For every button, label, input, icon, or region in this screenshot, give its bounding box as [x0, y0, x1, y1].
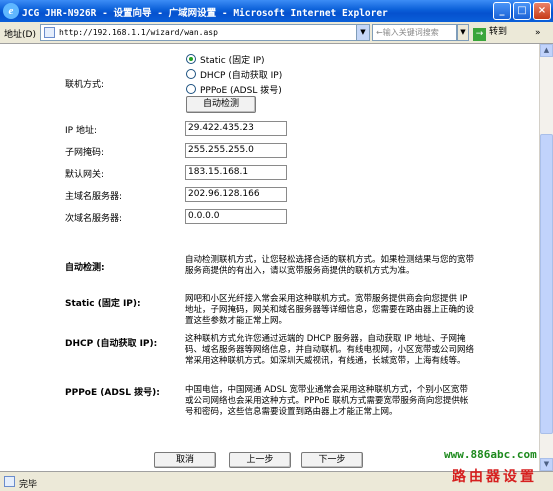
- secondary-dns-label: 次域名服务器:: [65, 214, 123, 224]
- maximize-button[interactable]: □: [513, 2, 531, 20]
- help-title-dhcp: DHCP (自动获取 IP):: [65, 339, 158, 349]
- go-arrow-icon: →: [473, 28, 486, 41]
- primary-dns-label: 主域名服务器:: [65, 192, 123, 202]
- radio-icon[interactable]: [186, 84, 196, 94]
- minimize-button[interactable]: _: [493, 2, 511, 20]
- ip-address-label: IP 地址:: [65, 126, 97, 136]
- subnet-mask-label: 子网掩码:: [65, 148, 105, 158]
- radio-static[interactable]: Static (固定 IP): [186, 53, 265, 66]
- watermark-url: www.886abc.com: [444, 448, 537, 461]
- address-url: http://192.168.1.1/wizard/wan.asp: [59, 28, 218, 37]
- toolbar-more-icon[interactable]: »: [535, 28, 541, 38]
- radio-pppoe-label: PPPoE (ADSL 拨号): [200, 86, 282, 96]
- page-icon: [44, 27, 55, 38]
- help-title-static: Static (固定 IP):: [65, 299, 141, 309]
- ip-address-field[interactable]: 29.422.435.23: [185, 121, 287, 136]
- scroll-thumb[interactable]: [540, 134, 553, 434]
- gateway-label: 默认网关:: [65, 170, 105, 180]
- radio-static-label: Static (固定 IP): [200, 56, 265, 66]
- radio-icon-checked[interactable]: [186, 54, 196, 64]
- window-title-bar[interactable]: e JCG JHR-N926R - 设置向导 - 广域网设置 - Microso…: [0, 0, 553, 22]
- watermark-text: 路由器设置: [452, 469, 537, 485]
- go-button[interactable]: → 转到: [473, 24, 517, 41]
- address-dropdown-icon[interactable]: ▼: [356, 24, 370, 41]
- window-title: JCG JHR-N926R - 设置向导 - 广域网设置 - Microsoft…: [22, 8, 388, 19]
- status-text: 完毕: [19, 480, 38, 490]
- page-viewport: 联机方式: Static (固定 IP) DHCP (自动获取 IP) PPPo…: [0, 44, 539, 471]
- wan-settings-panel: 联机方式: Static (固定 IP) DHCP (自动获取 IP) PPPo…: [57, 44, 487, 471]
- primary-dns-field[interactable]: 202.96.128.166: [185, 187, 287, 202]
- radio-dhcp-label: DHCP (自动获取 IP): [200, 71, 283, 81]
- scroll-up-icon[interactable]: ▲: [540, 44, 553, 57]
- search-input[interactable]: ←输入关键词搜索: [372, 24, 457, 41]
- gateway-field[interactable]: 183.15.168.1: [185, 165, 287, 180]
- radio-pppoe[interactable]: PPPoE (ADSL 拨号): [186, 83, 282, 96]
- close-button[interactable]: ×: [533, 2, 551, 20]
- subnet-mask-field[interactable]: 255.255.255.0: [185, 143, 287, 158]
- vertical-scrollbar[interactable]: ▲ ▼: [539, 44, 553, 471]
- radio-dhcp[interactable]: DHCP (自动获取 IP): [186, 68, 283, 81]
- address-input[interactable]: http://192.168.1.1/wizard/wan.asp: [40, 24, 370, 41]
- radio-icon[interactable]: [186, 69, 196, 79]
- help-title-auto-detect: 自动检测:: [65, 263, 105, 273]
- done-page-icon: [4, 476, 15, 487]
- address-bar: 地址(D) http://192.168.1.1/wizard/wan.asp …: [0, 22, 553, 44]
- help-title-pppoe: PPPoE (ADSL 拨号):: [65, 388, 160, 398]
- address-label: 地址(D): [4, 30, 36, 40]
- connection-mode-label: 联机方式:: [65, 80, 105, 90]
- previous-button[interactable]: 上一步: [229, 452, 291, 468]
- help-text-static: 网吧和小区光纤接入常会采用这种联机方式。宽带服务提供商会向您提供 IP 地址，子…: [185, 294, 475, 326]
- ie-logo-icon: e: [3, 3, 19, 19]
- search-dropdown-icon[interactable]: ▼: [457, 24, 469, 41]
- next-button[interactable]: 下一步: [301, 452, 363, 468]
- help-text-pppoe: 中国电信，中国网通 ADSL 宽带业通常会采用这种联机方式，个别小区宽带或公司网…: [185, 385, 469, 417]
- go-label: 转到: [489, 27, 508, 37]
- secondary-dns-field[interactable]: 0.0.0.0: [185, 209, 287, 224]
- help-text-dhcp: 这种联机方式允许您通过远端的 DHCP 服务器，自动获取 IP 地址、子网掩码、…: [185, 334, 475, 366]
- cancel-button[interactable]: 取消: [154, 452, 216, 468]
- help-text-auto-detect: 自动检测联机方式，让您轻松选择合适的联机方式。如果检测结果与您的宽带服务商提供的…: [185, 255, 475, 276]
- scroll-down-icon[interactable]: ▼: [540, 458, 553, 471]
- auto-detect-button[interactable]: 自动检测: [186, 96, 256, 113]
